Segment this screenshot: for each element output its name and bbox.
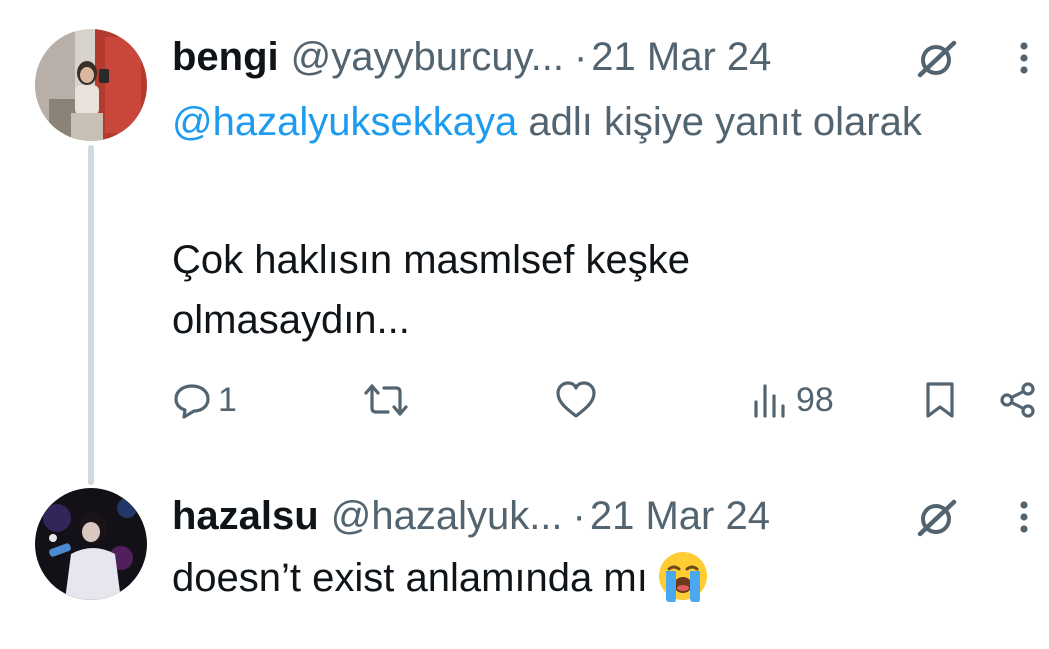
bookmark-icon bbox=[922, 380, 958, 420]
tweet-header: bengi @yayyburcuy... · 21 Mar 24 bbox=[172, 29, 1049, 85]
tweet-header: hazalsu @hazalyuk... · 21 Mar 24 bbox=[172, 488, 1049, 544]
views-count: 98 bbox=[796, 380, 834, 419]
share-button[interactable] bbox=[998, 372, 1038, 428]
heart-icon bbox=[554, 380, 598, 420]
loudly-crying-face-emoji bbox=[656, 549, 710, 603]
more-vertical-icon[interactable] bbox=[1012, 496, 1036, 538]
tweet-date[interactable]: 21 Mar 24 bbox=[591, 35, 771, 80]
author-name[interactable]: hazalsu bbox=[172, 494, 319, 539]
tweet-actions: 1 98 bbox=[172, 372, 1042, 428]
reply-context: @hazalyuksekkaya adlı kişiye yanıt olara… bbox=[172, 92, 952, 152]
reply-context-text: adlı kişiye yanıt olarak bbox=[528, 100, 922, 144]
tweet-date[interactable]: 21 Mar 24 bbox=[590, 494, 770, 539]
separator: · bbox=[573, 34, 588, 79]
tweet-text-content: doesn’t exist anlamında mı bbox=[172, 556, 648, 600]
reply-icon bbox=[172, 380, 212, 420]
reply-count: 1 bbox=[218, 380, 237, 419]
reply-button[interactable]: 1 bbox=[172, 372, 237, 428]
author-handle[interactable]: @hazalyuk... bbox=[331, 494, 563, 539]
retweet-icon bbox=[362, 380, 410, 420]
grok-icon[interactable] bbox=[914, 498, 962, 538]
bookmark-button[interactable] bbox=[922, 372, 958, 428]
thread-connector-line bbox=[88, 145, 94, 485]
avatar[interactable] bbox=[35, 29, 147, 141]
author-handle[interactable]: @yayyburcuy... bbox=[291, 35, 564, 80]
grok-icon[interactable] bbox=[914, 39, 962, 79]
views-button[interactable]: 98 bbox=[750, 372, 834, 428]
reply-mention-link[interactable]: @hazalyuksekkaya bbox=[172, 100, 517, 144]
like-button[interactable] bbox=[554, 372, 598, 428]
separator: · bbox=[572, 493, 586, 538]
more-vertical-icon[interactable] bbox=[1012, 37, 1036, 79]
views-bar-icon bbox=[750, 380, 790, 420]
share-icon bbox=[998, 380, 1038, 420]
avatar[interactable] bbox=[35, 488, 147, 600]
retweet-button[interactable] bbox=[362, 372, 410, 428]
thread-view: bengi @yayyburcuy... · 21 Mar 24 @hazaly… bbox=[0, 0, 1049, 649]
tweet-text: Çok haklısın masmlsef keşke olmasaydın..… bbox=[172, 238, 690, 342]
author-name[interactable]: bengi bbox=[172, 35, 279, 80]
tweet-text: doesn’t exist anlamında mı bbox=[172, 548, 972, 608]
